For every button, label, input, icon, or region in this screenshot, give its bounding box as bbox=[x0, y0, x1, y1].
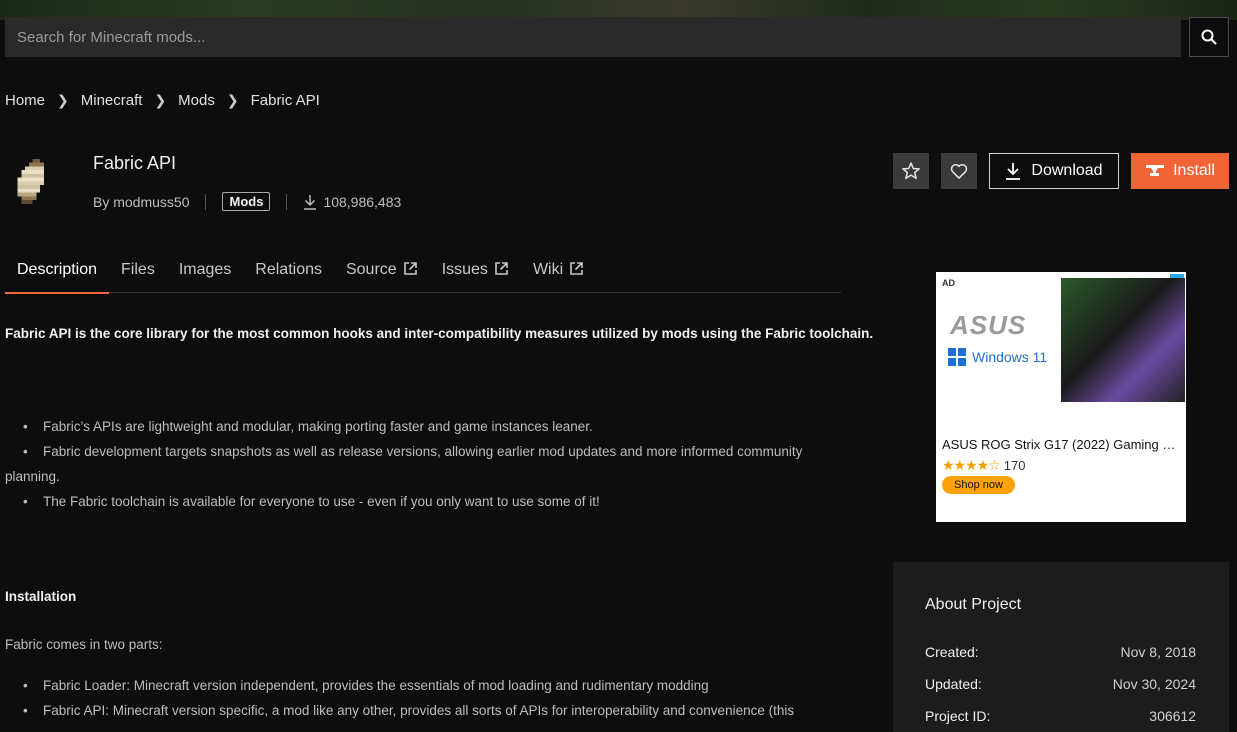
installation-heading: Installation bbox=[5, 589, 77, 604]
tab-label: Source bbox=[345, 261, 397, 278]
ad-os-label: Windows 11 bbox=[972, 349, 1048, 365]
install-button[interactable]: Install bbox=[1131, 153, 1229, 189]
star-icon bbox=[902, 162, 920, 180]
about-key: Updated: bbox=[925, 676, 982, 692]
tab-relations[interactable]: Relations bbox=[243, 252, 334, 292]
search-button[interactable] bbox=[1189, 17, 1229, 57]
advertisement[interactable]: AD ASUS Windows 11 ASUS ROG Strix G17 (2… bbox=[936, 272, 1186, 522]
search-icon bbox=[1201, 29, 1217, 45]
search-input[interactable] bbox=[5, 17, 1181, 57]
install-label: Install bbox=[1173, 162, 1215, 179]
download-label: Download bbox=[1031, 162, 1103, 179]
about-project-panel: About Project Created: Nov 8, 2018 Updat… bbox=[893, 562, 1229, 732]
list-item: Fabric API: Minecraft version specific, … bbox=[5, 698, 841, 723]
about-value: Nov 8, 2018 bbox=[1120, 644, 1197, 660]
breadcrumb-home[interactable]: Home bbox=[5, 92, 45, 109]
about-key: Created: bbox=[925, 644, 979, 660]
ad-brand-logo: ASUS bbox=[950, 310, 1027, 340]
tab-source[interactable]: Source bbox=[334, 252, 430, 292]
chevron-right-icon: ❯ bbox=[226, 92, 239, 108]
project-meta: By modmuss50 Mods 108,986,483 bbox=[93, 192, 401, 211]
tab-label: Images bbox=[178, 261, 232, 278]
favorite-button[interactable] bbox=[893, 153, 929, 189]
breadcrumb-minecraft[interactable]: Minecraft bbox=[81, 92, 143, 109]
divider bbox=[205, 193, 207, 210]
tab-images[interactable]: Images bbox=[167, 252, 243, 292]
download-button[interactable]: Download bbox=[989, 153, 1119, 189]
project-tabs: Description Files Images Relations Sourc… bbox=[5, 252, 841, 294]
ad-product-image bbox=[1061, 278, 1185, 402]
installation-list: Fabric Loader: Minecraft version indepen… bbox=[5, 673, 841, 723]
installation-intro: Fabric comes in two parts: bbox=[5, 637, 163, 652]
chevron-right-icon: ❯ bbox=[154, 92, 167, 108]
download-count-value: 108,986,483 bbox=[323, 193, 402, 210]
rating-count: 170 bbox=[1003, 458, 1026, 473]
chevron-right-icon: ❯ bbox=[57, 92, 69, 108]
feature-list: Fabric’s APIs are lightweight and modula… bbox=[5, 414, 841, 514]
about-key: Project ID: bbox=[925, 708, 991, 724]
breadcrumb-mods[interactable]: Mods bbox=[178, 92, 215, 109]
external-link-icon bbox=[403, 262, 417, 275]
tab-wiki[interactable]: Wiki bbox=[521, 252, 596, 292]
about-row-project-id: Project ID: 306612 bbox=[925, 708, 1196, 724]
tab-issues[interactable]: Issues bbox=[430, 252, 521, 292]
breadcrumb: Home ❯ Minecraft ❯ Mods ❯ Fabric API bbox=[5, 92, 320, 109]
external-link-icon bbox=[570, 262, 583, 275]
ad-os: Windows 11 bbox=[948, 348, 1047, 366]
tab-files[interactable]: Files bbox=[109, 252, 167, 292]
tab-label: Description bbox=[17, 261, 98, 278]
list-item: Fabric development targets snapshots as … bbox=[5, 439, 841, 489]
external-link-icon bbox=[495, 262, 508, 275]
tab-label: Issues bbox=[441, 261, 488, 278]
breadcrumb-current: Fabric API bbox=[250, 92, 320, 109]
divider bbox=[286, 193, 288, 210]
ad-product-title[interactable]: ASUS ROG Strix G17 (2022) Gaming Laptop bbox=[942, 437, 1180, 452]
project-author[interactable]: By modmuss50 bbox=[93, 194, 189, 210]
rating-stars-icon: ★★★★☆ bbox=[942, 457, 1001, 473]
category-tag[interactable]: Mods bbox=[222, 192, 271, 211]
tab-label: Wiki bbox=[532, 261, 564, 278]
heart-icon bbox=[950, 164, 968, 179]
shop-now-button[interactable]: Shop now bbox=[942, 476, 1015, 494]
tab-label: Files bbox=[121, 261, 155, 278]
project-logo bbox=[17, 158, 44, 204]
follow-button[interactable] bbox=[941, 153, 977, 189]
about-value: 306612 bbox=[1149, 708, 1196, 724]
tab-description[interactable]: Description bbox=[5, 252, 110, 294]
about-heading: About Project bbox=[925, 596, 1022, 613]
about-row-updated: Updated: Nov 30, 2024 bbox=[925, 676, 1196, 692]
ad-label: AD bbox=[942, 278, 955, 288]
anvil-icon bbox=[1146, 165, 1165, 176]
list-item: The Fabric toolchain is available for ev… bbox=[5, 489, 841, 514]
download-count: 108,986,483 bbox=[303, 194, 401, 210]
list-item: Fabric Loader: Minecraft version indepen… bbox=[5, 673, 841, 698]
about-row-created: Created: Nov 8, 2018 bbox=[925, 644, 1196, 660]
list-item: Fabric’s APIs are lightweight and modula… bbox=[5, 414, 841, 439]
windows-icon bbox=[948, 348, 966, 366]
download-icon bbox=[304, 194, 317, 210]
tab-label: Relations bbox=[255, 261, 322, 278]
project-title: Fabric API bbox=[93, 153, 177, 173]
about-value: Nov 30, 2024 bbox=[1112, 676, 1196, 692]
description-lead: Fabric API is the core library for the m… bbox=[5, 326, 874, 341]
download-icon bbox=[1006, 163, 1021, 180]
ad-rating: ★★★★☆ 170 bbox=[942, 457, 1025, 474]
